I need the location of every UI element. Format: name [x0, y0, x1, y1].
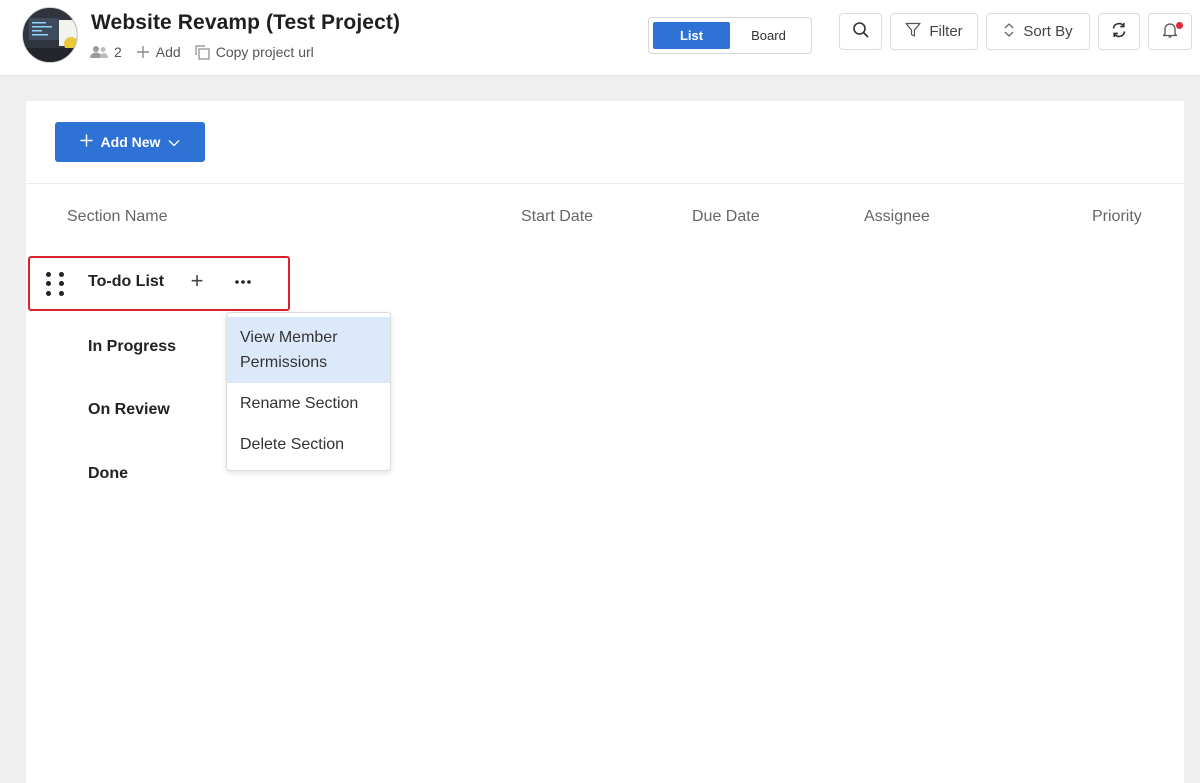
members-count[interactable]: 2: [90, 44, 122, 60]
column-header-due-date[interactable]: Due Date: [692, 208, 760, 226]
menu-item-view-member-permissions[interactable]: View Member Permissions: [227, 317, 390, 383]
chevron-down-icon: [168, 134, 180, 150]
search-button[interactable]: [839, 13, 882, 50]
search-icon: [852, 21, 870, 43]
sort-by-label: Sort By: [1023, 23, 1073, 40]
section-row-on-review[interactable]: On Review: [88, 401, 170, 419]
copy-project-url-button[interactable]: Copy project url: [195, 44, 314, 60]
top-header: Website Revamp (Test Project) 2 Add Copy…: [0, 0, 1200, 76]
members-count-label: 2: [114, 44, 122, 60]
column-header-assignee[interactable]: Assignee: [864, 208, 930, 226]
notifications-button[interactable]: [1148, 13, 1192, 50]
column-header-section-name[interactable]: Section Name: [67, 208, 168, 226]
section-row-done[interactable]: Done: [88, 465, 128, 483]
section-row-in-progress[interactable]: In Progress: [88, 338, 176, 356]
plus-icon: [136, 45, 150, 59]
filter-icon: [905, 22, 921, 42]
sort-by-button[interactable]: Sort By: [986, 13, 1090, 50]
copy-icon: [195, 44, 210, 60]
filter-button[interactable]: Filter: [890, 13, 978, 50]
section-context-menu: View Member Permissions Rename Section D…: [226, 312, 391, 471]
add-member-label: Add: [155, 44, 181, 60]
refresh-button[interactable]: [1098, 13, 1140, 50]
project-avatar[interactable]: [22, 7, 78, 63]
members-icon: [90, 45, 108, 59]
tab-board[interactable]: Board: [730, 22, 807, 49]
copy-project-url-label: Copy project url: [215, 44, 314, 60]
tab-list[interactable]: List: [653, 22, 730, 49]
add-member-button[interactable]: Add: [136, 44, 181, 60]
project-meta-row: 2 Add Copy project url: [90, 42, 328, 62]
column-header-start-date[interactable]: Start Date: [521, 208, 593, 226]
menu-item-delete-section[interactable]: Delete Section: [227, 424, 390, 465]
list-panel: Add New Section Name Start Date Due Date…: [26, 101, 1184, 783]
more-options-icon[interactable]: [232, 271, 254, 293]
view-toggle: List Board: [648, 17, 812, 54]
sort-icon: [1003, 22, 1015, 42]
notification-dot: [1176, 22, 1183, 29]
add-new-label: Add New: [100, 134, 161, 150]
filter-label: Filter: [929, 23, 963, 40]
project-title: Website Revamp (Test Project): [91, 11, 401, 34]
refresh-icon: [1110, 21, 1128, 43]
plus-icon: [80, 134, 93, 150]
menu-item-rename-section[interactable]: Rename Section: [227, 383, 390, 424]
panel-toolbar: Add New: [26, 101, 1184, 184]
section-row-todo[interactable]: To-do List: [88, 273, 164, 291]
add-new-button[interactable]: Add New: [55, 122, 205, 162]
column-header-priority[interactable]: Priority: [1092, 208, 1142, 226]
add-task-icon[interactable]: +: [188, 270, 206, 293]
drag-handle-icon[interactable]: [46, 272, 64, 296]
